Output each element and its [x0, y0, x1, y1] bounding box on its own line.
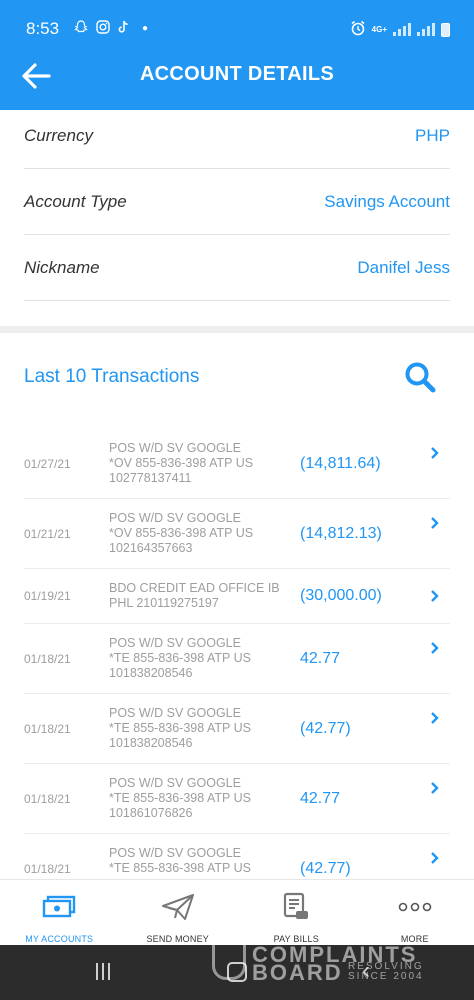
search-button[interactable] [400, 357, 440, 397]
status-bar: 8:53 ● 4G+ [0, 0, 474, 60]
transaction-amount: (14,811.64) [300, 454, 381, 472]
transaction-date: 01/19/21 [24, 589, 71, 603]
section-divider [0, 326, 474, 333]
paper-plane-icon [161, 890, 195, 924]
transaction-date: 01/21/21 [24, 526, 71, 541]
search-icon [405, 362, 436, 393]
chevron-right-icon [430, 764, 440, 833]
chevron-right-icon [430, 834, 440, 879]
network-label: 4G+ [371, 25, 387, 34]
transaction-date: 01/27/21 [24, 456, 71, 471]
nav-send-money[interactable]: SEND MONEY [119, 880, 238, 945]
detail-row-account-type: Account Type Savings Account [24, 169, 450, 235]
tiktok-icon [118, 20, 130, 37]
detail-value: Danifel Jess [357, 257, 450, 277]
transactions-scroll[interactable]: 01/27/21 POS W/D SV GOOGLE *OV 855-836-3… [0, 429, 474, 879]
bill-icon [282, 890, 310, 924]
page-title: ACCOUNT DETAILS [139, 63, 335, 85]
transaction-amount: (42.77) [300, 719, 351, 737]
watermark-line2: BOARD [252, 960, 343, 985]
transaction-description: POS W/D SV GOOGLE *OV 855-836-398 ATP US… [109, 511, 254, 555]
transaction-description: BDO CREDIT EAD OFFICE IB PHL 21011927519… [109, 581, 280, 610]
transaction-row[interactable]: 01/18/21 POS W/D SV GOOGLE *TE 855-836-3… [24, 764, 450, 834]
account-details: Currency PHP Account Type Savings Accoun… [24, 104, 450, 301]
status-time: 8:53 [26, 19, 60, 38]
transaction-amount: (14,812.13) [300, 524, 382, 542]
snapchat-icon [74, 20, 88, 37]
more-dots-icon [398, 890, 432, 924]
money-icon [42, 890, 76, 924]
nav-pay-bills[interactable]: PAY BILLS [237, 880, 356, 945]
detail-value: PHP [415, 126, 450, 145]
chevron-right-icon [430, 569, 440, 623]
transaction-row[interactable]: 01/21/21 POS W/D SV GOOGLE *OV 855-836-3… [24, 499, 450, 569]
chevron-right-icon [430, 624, 440, 693]
transaction-date: 01/18/21 [24, 861, 71, 876]
notification-icons: ● [74, 20, 148, 37]
transaction-description: POS W/D SV GOOGLE *OV 855-836-398 ATP US… [109, 441, 254, 485]
transaction-description: POS W/D SV GOOGLE *TE 855-836-398 ATP US… [109, 636, 251, 680]
transactions-list: 01/27/21 POS W/D SV GOOGLE *OV 855-836-3… [24, 429, 450, 879]
signal-icon-2 [417, 23, 435, 36]
transaction-amount: 42.77 [300, 649, 341, 667]
transaction-row[interactable]: 01/18/21 POS W/D SV GOOGLE *TE 855-836-3… [24, 694, 450, 764]
transactions-title: Last 10 Transactions [24, 366, 200, 387]
instagram-icon [96, 20, 110, 37]
transaction-amount: (42.77) [300, 859, 351, 877]
shield-icon [212, 940, 246, 980]
detail-label: Account Type [24, 191, 127, 211]
watermark-logo: COMPLAINTS BOARD RESOLVING SINCE 2004 [212, 938, 452, 985]
transaction-description: POS W/D SV GOOGLE *TE 855-836-398 ATP US… [109, 776, 251, 820]
detail-row-nickname: Nickname Danifel Jess [24, 235, 450, 301]
transaction-date: 01/18/21 [24, 791, 71, 806]
detail-value: Savings Account [324, 191, 450, 211]
detail-row-currency: Currency PHP [24, 104, 450, 169]
transaction-date: 01/18/21 [24, 651, 71, 666]
detail-label: Currency [24, 126, 93, 145]
signal-icon [393, 23, 411, 36]
chevron-right-icon [430, 499, 440, 568]
transaction-row[interactable]: 01/18/21 POS W/D SV GOOGLE *TE 855-836-3… [24, 834, 450, 879]
transaction-date: 01/18/21 [24, 721, 71, 736]
watermark-line4: SINCE 2004 [348, 971, 424, 982]
bottom-navigation: MY ACCOUNTS SEND MONEY PAY BILLS MORE [0, 879, 474, 945]
transaction-amount: 42.77 [300, 789, 341, 807]
transaction-amount: (30,000.00) [300, 587, 382, 604]
chevron-right-icon [430, 429, 440, 498]
detail-label: Nickname [24, 257, 100, 277]
nav-more[interactable]: MORE [356, 880, 474, 945]
recent-apps-button[interactable] [96, 963, 110, 980]
header: 8:53 ● 4G+ ACCOUNT DETAILS [0, 0, 474, 110]
chevron-right-icon [430, 694, 440, 763]
alarm-icon [350, 20, 366, 39]
nav-label: MY ACCOUNTS [25, 934, 94, 944]
transaction-row[interactable]: 01/18/21 POS W/D SV GOOGLE *TE 855-836-3… [24, 624, 450, 694]
battery-icon [441, 22, 450, 37]
transaction-row[interactable]: 01/19/21 BDO CREDIT EAD OFFICE IB PHL 21… [24, 569, 450, 624]
transaction-row[interactable]: 01/27/21 POS W/D SV GOOGLE *OV 855-836-3… [24, 429, 450, 499]
dot-icon: ● [142, 23, 149, 34]
transactions-header: Last 10 Transactions [24, 357, 450, 397]
system-status-icons: 4G+ [350, 20, 450, 39]
app-bar: ACCOUNT DETAILS [0, 54, 474, 98]
transaction-description: POS W/D SV GOOGLE *TE 855-836-398 ATP US [109, 846, 251, 875]
nav-my-accounts[interactable]: MY ACCOUNTS [0, 880, 119, 945]
transaction-description: POS W/D SV GOOGLE *TE 855-836-398 ATP US… [109, 706, 251, 750]
nav-label: SEND MONEY [146, 934, 209, 944]
